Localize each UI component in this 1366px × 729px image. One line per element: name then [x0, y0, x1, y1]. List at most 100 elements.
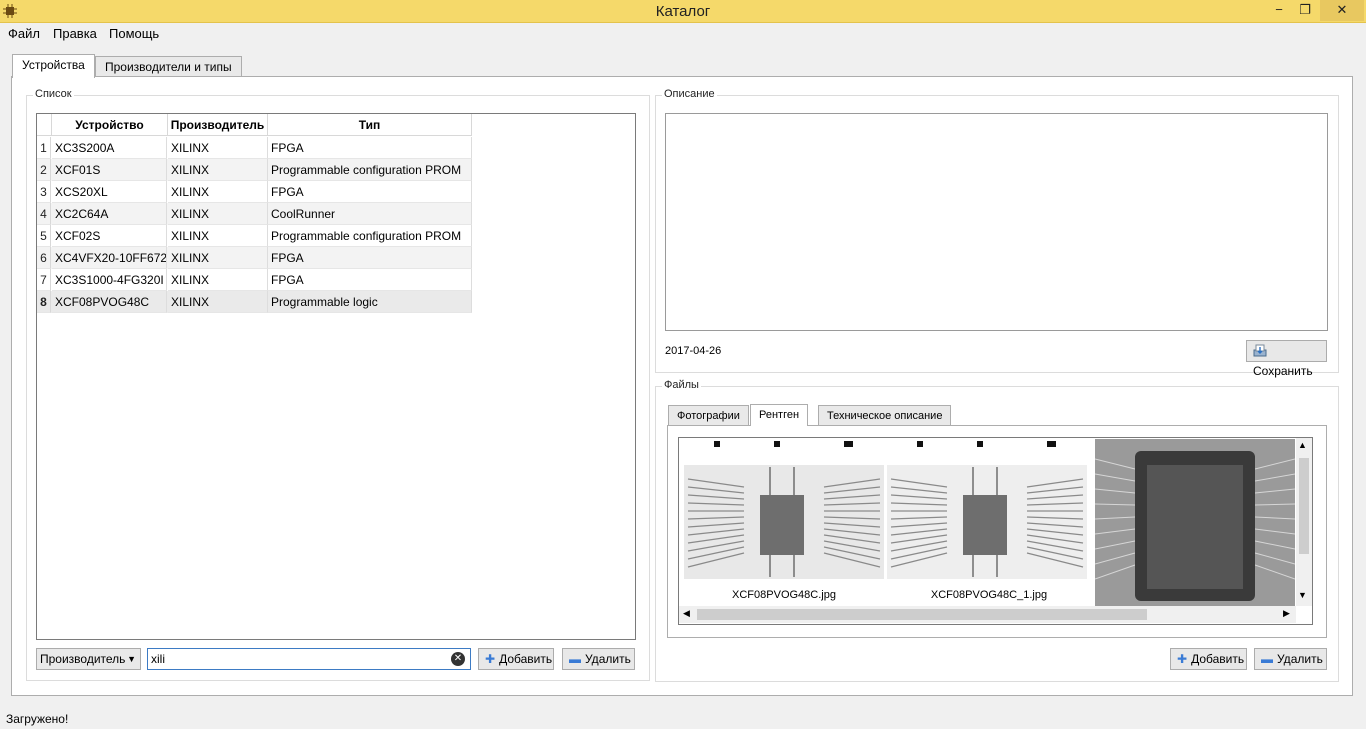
- column-header-device[interactable]: Устройство: [52, 114, 168, 136]
- search-input[interactable]: xili ✕: [147, 648, 471, 670]
- menu-file[interactable]: Файл: [8, 26, 40, 41]
- add-device-button[interactable]: ✚ Добавить: [478, 648, 554, 670]
- table-row[interactable]: 3 XCS20XL XILINX FPGA: [37, 181, 472, 203]
- table-row[interactable]: 7 XC3S1000-4FG320I XILINX FPGA: [37, 269, 472, 291]
- table-row[interactable]: 8 XCF08PVOG48C XILINX Programmable logic: [37, 291, 472, 313]
- cell-manufacturer[interactable]: XILINX: [168, 203, 268, 225]
- tab-photos[interactable]: Фотографии: [668, 405, 749, 426]
- tab-devices[interactable]: Устройства: [12, 54, 95, 78]
- add-file-button[interactable]: ✚ Добавить: [1170, 648, 1247, 670]
- filter-field-select[interactable]: Производитель ▼: [36, 648, 141, 670]
- menu-help[interactable]: Помощь: [109, 26, 159, 41]
- cell-device[interactable]: XC4VFX20-10FF672I: [52, 247, 167, 269]
- thumbnail-label-1: XCF08PVOG48C.jpg: [732, 589, 836, 601]
- table-row[interactable]: 6 XC4VFX20-10FF672I XILINX FPGA: [37, 247, 472, 269]
- cell-manufacturer[interactable]: XILINX: [168, 291, 268, 313]
- tab-xray[interactable]: Рентген: [750, 404, 809, 426]
- tab-datasheet[interactable]: Техническое описание: [818, 405, 952, 426]
- cell-device[interactable]: XCF01S: [52, 159, 167, 181]
- delete-file-button[interactable]: ▬ Удалить: [1254, 648, 1327, 670]
- minus-icon: ▬: [569, 652, 581, 666]
- maximize-button[interactable]: ❐: [1292, 0, 1318, 21]
- cell-manufacturer[interactable]: XILINX: [168, 269, 268, 291]
- cell-type[interactable]: FPGA: [268, 137, 472, 159]
- gallery-vertical-scrollbar[interactable]: ▲ ▼: [1296, 438, 1312, 606]
- cell-device[interactable]: XCF02S: [52, 225, 167, 247]
- cell-type[interactable]: FPGA: [268, 181, 472, 203]
- files-legend: Файлы: [662, 379, 701, 391]
- table-row[interactable]: 4 XC2C64A XILINX CoolRunner: [37, 203, 472, 225]
- cell-device[interactable]: XC3S1000-4FG320I: [52, 269, 167, 291]
- delete-device-button[interactable]: ▬ Удалить: [562, 648, 635, 670]
- cell-manufacturer[interactable]: XILINX: [168, 247, 268, 269]
- menu-bar: Файл Правка Помощь: [0, 23, 1366, 44]
- description-legend: Описание: [662, 88, 717, 100]
- image-gallery[interactable]: XCF08PVOG48C.jpg XCF08PVOG48C_1.jpg: [678, 437, 1313, 625]
- cell-manufacturer[interactable]: XILINX: [168, 225, 268, 247]
- cell-device[interactable]: XCF08PVOG48C: [52, 291, 167, 313]
- cell-type[interactable]: Programmable configuration PROM: [268, 159, 472, 181]
- title-bar: Каталог − ❐ ✕: [0, 0, 1366, 23]
- delete-file-label: Удалить: [1277, 652, 1323, 666]
- minus-icon: ▬: [1261, 652, 1273, 666]
- cell-type[interactable]: Programmable configuration PROM: [268, 225, 472, 247]
- delete-device-label: Удалить: [585, 652, 631, 666]
- row-number[interactable]: 7: [37, 269, 51, 291]
- minimize-button[interactable]: −: [1266, 0, 1292, 21]
- list-legend: Список: [33, 88, 74, 100]
- corner-header[interactable]: [37, 114, 52, 136]
- chevron-down-icon[interactable]: ▼: [1298, 590, 1307, 600]
- row-number[interactable]: 2: [37, 159, 51, 181]
- column-header-manufacturer[interactable]: Производитель: [168, 114, 268, 136]
- thumbnail-label-2: XCF08PVOG48C_1.jpg: [930, 589, 1048, 601]
- gallery-horizontal-scrollbar[interactable]: ◀ ▶: [679, 606, 1296, 623]
- cell-device[interactable]: XC3S200A: [52, 137, 167, 159]
- description-date: 2017-04-26: [665, 345, 722, 357]
- table-header: Устройство Производитель Тип: [37, 114, 472, 136]
- save-button[interactable]: Сохранить: [1246, 340, 1327, 378]
- chevron-left-icon[interactable]: ◀: [683, 608, 690, 619]
- xray-thumbnail-2[interactable]: [887, 439, 1087, 583]
- table-row[interactable]: 2 XCF01S XILINX Programmable configuration …: [37, 159, 472, 181]
- clear-icon[interactable]: ✕: [451, 652, 465, 666]
- row-number[interactable]: 4: [37, 203, 51, 225]
- cell-type[interactable]: FPGA: [268, 247, 472, 269]
- cell-device[interactable]: XC2C64A: [52, 203, 167, 225]
- cell-type[interactable]: Programmable logic: [268, 291, 472, 313]
- xray-thumbnail-3[interactable]: [1095, 439, 1295, 607]
- close-button[interactable]: ✕: [1320, 0, 1364, 21]
- cell-manufacturer[interactable]: XILINX: [168, 159, 268, 181]
- column-header-type[interactable]: Тип: [268, 114, 472, 136]
- save-label: Сохранить: [1253, 364, 1313, 378]
- row-number[interactable]: 8: [37, 291, 51, 313]
- row-number[interactable]: 1: [37, 137, 51, 159]
- cell-type[interactable]: FPGA: [268, 269, 472, 291]
- window-title: Каталог: [655, 3, 711, 20]
- plus-icon: ✚: [1177, 652, 1188, 666]
- chevron-right-icon[interactable]: ▶: [1283, 608, 1290, 619]
- row-number[interactable]: 3: [37, 181, 51, 203]
- menu-edit[interactable]: Правка: [53, 26, 97, 41]
- add-device-label: Добавить: [499, 652, 553, 666]
- cell-manufacturer[interactable]: XILINX: [168, 137, 268, 159]
- table-row[interactable]: 5 XCF02S XILINX Programmable configuration …: [37, 225, 472, 247]
- add-file-label: Добавить: [1191, 652, 1245, 666]
- row-number[interactable]: 5: [37, 225, 51, 247]
- search-value: xili: [151, 652, 165, 666]
- description-textarea[interactable]: [665, 113, 1328, 331]
- cell-type[interactable]: CoolRunner: [268, 203, 472, 225]
- table-row[interactable]: 1 XC3S200A XILINX FPGA: [37, 137, 472, 159]
- chevron-up-icon[interactable]: ▲: [1298, 440, 1307, 450]
- chevron-down-icon: ▼: [127, 654, 136, 664]
- xray-thumbnail-1[interactable]: [684, 439, 884, 583]
- filter-field-value: Производитель: [40, 652, 126, 666]
- status-bar: Загружено!: [6, 712, 69, 726]
- cell-device[interactable]: XCS20XL: [52, 181, 167, 203]
- horizontal-scroll-thumb[interactable]: [697, 609, 1147, 620]
- vertical-scroll-thumb[interactable]: [1299, 458, 1309, 554]
- tab-manufacturers-types[interactable]: Производители и типы: [95, 56, 242, 78]
- devices-table[interactable]: Устройство Производитель Тип 1 XC3S200A XI…: [36, 113, 636, 640]
- cell-manufacturer[interactable]: XILINX: [168, 181, 268, 203]
- row-number[interactable]: 6: [37, 247, 51, 269]
- save-icon: [1253, 344, 1267, 357]
